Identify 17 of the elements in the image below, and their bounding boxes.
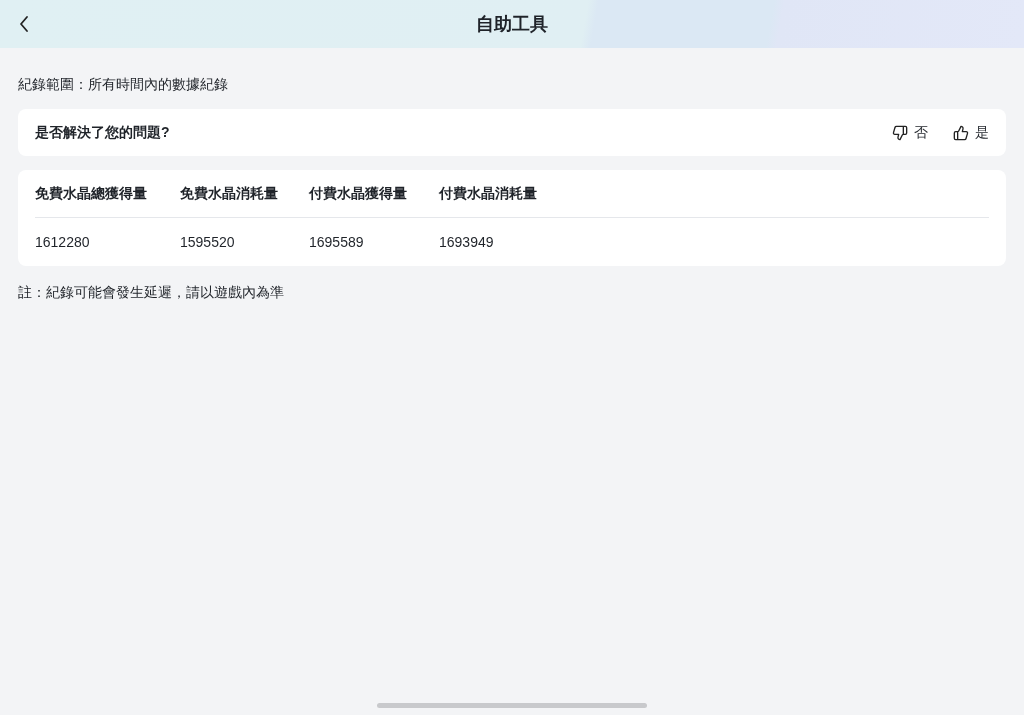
thumbs-down-icon: [892, 124, 908, 141]
page-title: 自助工具: [476, 12, 548, 36]
yes-button[interactable]: 是: [953, 122, 989, 143]
table-cell-text: 1595520: [180, 232, 236, 252]
table-cell-text: 1693949: [439, 232, 495, 252]
thumbs-up-icon: [953, 124, 969, 141]
note-text: 註：紀錄可能會發生延遲，請以遊戲內為準: [18, 283, 285, 302]
table-cell-text: 1695589: [309, 232, 365, 252]
no-button[interactable]: 否: [892, 122, 928, 143]
table-cell-text: 1612280: [35, 232, 91, 252]
column-header: 付費水晶消耗量: [439, 184, 538, 203]
feedback-question: 是否解決了您的問題?: [35, 123, 171, 142]
column-header: 付費水晶獲得量: [309, 184, 408, 203]
back-icon: [18, 15, 30, 33]
record-range-text: 紀錄範圍：所有時間內的數據紀錄: [18, 75, 229, 94]
column-header: 免費水晶總獲得量: [35, 184, 148, 203]
column-header: 免費水晶消耗量: [180, 184, 279, 203]
